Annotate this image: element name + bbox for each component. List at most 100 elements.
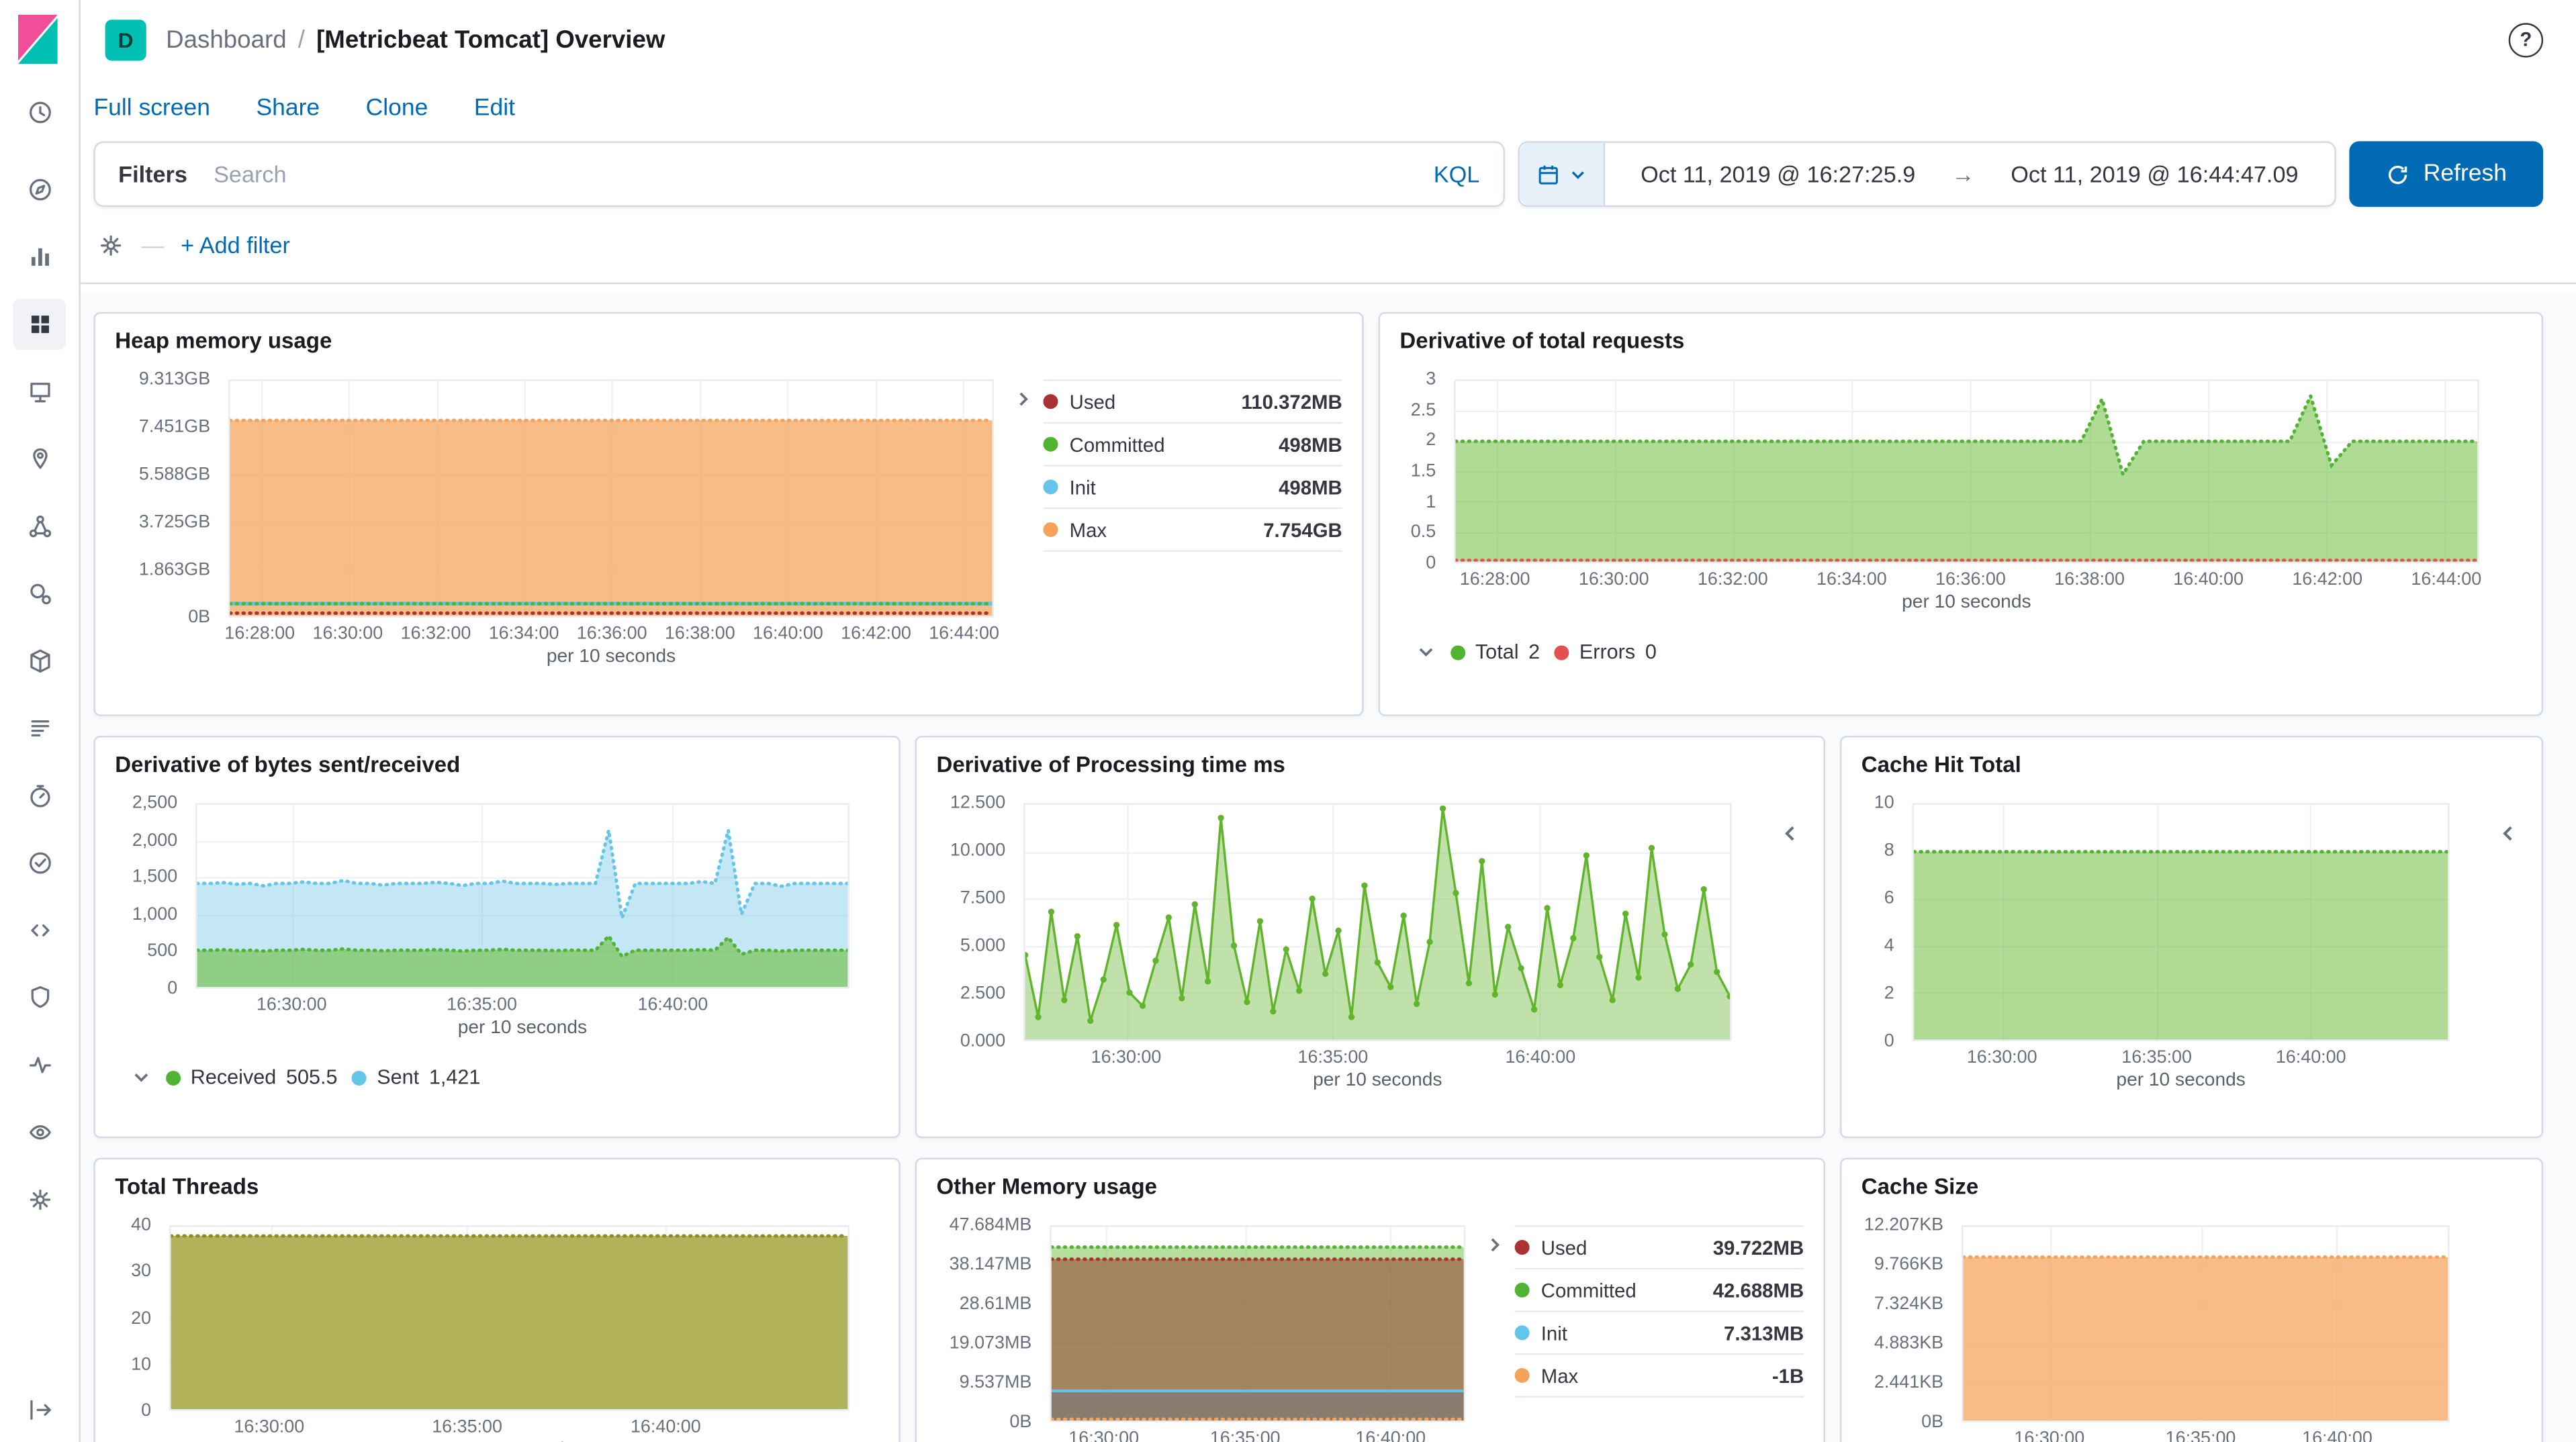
sidebar-item-graph[interactable] [13,568,66,619]
visualize-icon [26,243,54,271]
legend-value: 1,421 [429,1066,481,1089]
sidebar-item-discover[interactable] [13,164,66,215]
sidebar-item-infrastructure[interactable] [13,636,66,687]
legend-row[interactable]: Max -1B [1515,1355,1804,1398]
y-axis-label: 3 [1426,369,1436,389]
chart-plot-area[interactable] [1913,803,2450,1041]
legend-item[interactable]: Sent 1,421 [353,1066,481,1089]
y-axis-label: 10 [1874,794,1894,813]
chart-plot-area[interactable] [195,803,849,988]
sidebar-item-visualize[interactable] [13,232,66,283]
chart-canvas [1025,805,1731,1040]
sidebar-item-logs[interactable] [13,703,66,754]
chart-plot-area[interactable] [1050,1225,1465,1423]
legend-value: 0 [1645,640,1657,663]
x-axis-label: 16:40:00 [753,624,823,644]
sidebar-item-watcher[interactable] [13,1107,66,1158]
sidebar-item-canvas[interactable] [13,367,66,418]
chart-plot-area[interactable] [1454,379,2479,563]
date-start[interactable]: Oct 11, 2019 @ 16:27:25.9 [1604,161,1951,187]
refresh-button[interactable]: Refresh [2349,141,2543,207]
sidebar-item-dev-tools[interactable] [13,905,66,956]
calendar-button[interactable] [1519,143,1604,205]
y-axis-label: 2,000 [132,830,177,850]
legend-value: 7.313MB [1724,1321,1804,1344]
collapse-menu-icon[interactable] [13,1390,66,1429]
machine-learning-icon [26,512,54,540]
help-icon[interactable]: ? [2509,22,2543,56]
filters-button[interactable]: Filters [95,161,210,187]
search-bar: Filters KQL [93,141,1504,207]
panel-total-threads: Total Threads 40302010016:30:0016:35:001… [93,1158,900,1442]
chart-plot-area[interactable] [228,379,994,618]
space-badge[interactable]: D [105,19,146,60]
sidebar-item-stack-monitoring[interactable] [13,1040,66,1091]
cache-size-chart[interactable]: 12.207KB9.766KB7.324KB4.883KB2.441KB0B16… [1861,1225,2450,1442]
kql-button[interactable]: KQL [1411,161,1503,187]
panel-title: Derivative of Processing time ms [917,737,1823,777]
kibana-logo-icon[interactable] [18,15,61,64]
chart-plot-area[interactable] [169,1225,849,1410]
chart-plot-area[interactable] [1023,803,1731,1041]
y-axis-label: 2.5 [1411,400,1436,420]
chart-canvas [1914,805,2448,1040]
x-axis-label: 16:30:00 [1579,570,1649,589]
y-axis-label: 1.863GB [139,560,210,579]
legend-expand-icon[interactable] [2497,823,2519,845]
legend-row[interactable]: Used 39.722MB [1515,1227,1804,1269]
legend-row[interactable]: Used 110.372MB [1043,381,1342,424]
legend-item[interactable]: Errors 0 [1555,640,1657,663]
y-axis-label: 1,000 [132,904,177,924]
other-memory-chart[interactable]: 47.684MB38.147MB28.61MB19.073MB9.537MB0B… [936,1225,1465,1442]
sidebar-item-recently-viewed[interactable] [13,87,66,138]
legend-expand-icon[interactable] [1779,823,1800,845]
sidebar-item-apm[interactable] [13,770,66,821]
panel-other-memory-usage: Other Memory usage 47.684MB38.147MB28.61… [915,1158,1825,1442]
cache-hit-chart[interactable]: 108642016:30:0016:35:0016:40:00per 10 se… [1861,803,2450,1095]
watcher-icon [26,1118,54,1147]
clone-link[interactable]: Clone [366,95,428,122]
sidebar-item-machine-learning[interactable] [13,501,66,552]
legend-item[interactable]: Total 2 [1451,640,1540,663]
x-axis-label: 16:35:00 [2166,1429,2236,1442]
legend-row[interactable]: Init 498MB [1043,467,1342,510]
chart-plot-area[interactable] [1962,1225,2450,1423]
y-axis-label: 9.537MB [960,1373,1032,1392]
heap-memory-chart[interactable]: 9.313GB7.451GB5.588GB3.725GB1.863GB0B16:… [115,379,994,671]
panel-bytes-sent-received: Derivative of bytes sent/received 2,5002… [93,736,900,1138]
legend-item[interactable]: Received 505.5 [166,1066,337,1089]
sidebar-item-management[interactable] [13,1174,66,1225]
legend-row[interactable]: Init 7.313MB [1515,1312,1804,1355]
legend-row[interactable]: Max 7.754GB [1043,509,1342,552]
add-filter-link[interactable]: + Add filter [181,232,290,258]
breadcrumb-separator: / [298,26,305,54]
date-end[interactable]: Oct 11, 2019 @ 16:44:47.09 [1974,161,2334,187]
sidebar-item-dashboard[interactable] [13,299,66,350]
legend-collapse-icon[interactable] [1011,379,1037,671]
date-picker: Oct 11, 2019 @ 16:27:25.9 → Oct 11, 2019… [1518,141,2336,207]
gear-icon[interactable] [97,231,125,259]
search-input[interactable] [210,159,1410,189]
total-threads-chart[interactable]: 40302010016:30:0016:35:0016:40:00per 10 … [115,1225,849,1442]
full-screen-link[interactable]: Full screen [93,95,210,122]
panel-title: Derivative of bytes sent/received [95,737,899,777]
legend-collapse-icon[interactable] [1482,1225,1508,1442]
x-axis-label: 16:35:00 [447,996,517,1015]
legend-value: 7.754GB [1263,518,1342,541]
legend-row[interactable]: Committed 498MB [1043,424,1342,467]
legend-collapse-icon[interactable] [1416,642,1436,662]
legend-collapse-icon[interactable] [132,1067,151,1087]
processing-time-chart[interactable]: 12.50010.0007.5005.0002.5000.00016:30:00… [936,803,1731,1095]
legend-row[interactable]: Committed 42.688MB [1515,1269,1804,1312]
share-link[interactable]: Share [256,95,320,122]
breadcrumb-dashboard-link[interactable]: Dashboard [166,26,287,54]
sidebar-item-uptime[interactable] [13,838,66,889]
bytes-chart[interactable]: 2,5002,0001,5001,000500016:30:0016:35:00… [115,803,849,1043]
panel-cache-hit-total: Cache Hit Total 108642016:30:0016:35:001… [1840,736,2543,1138]
edit-link[interactable]: Edit [474,95,515,122]
y-axis-label: 30 [131,1261,151,1281]
sidebar-item-maps[interactable] [13,434,66,485]
sidebar-item-siem[interactable] [13,972,66,1023]
x-axis-label: 16:40:00 [1355,1429,1426,1442]
total-requests-chart[interactable]: 32.521.510.5016:28:0016:30:0016:32:0016:… [1399,379,2479,618]
